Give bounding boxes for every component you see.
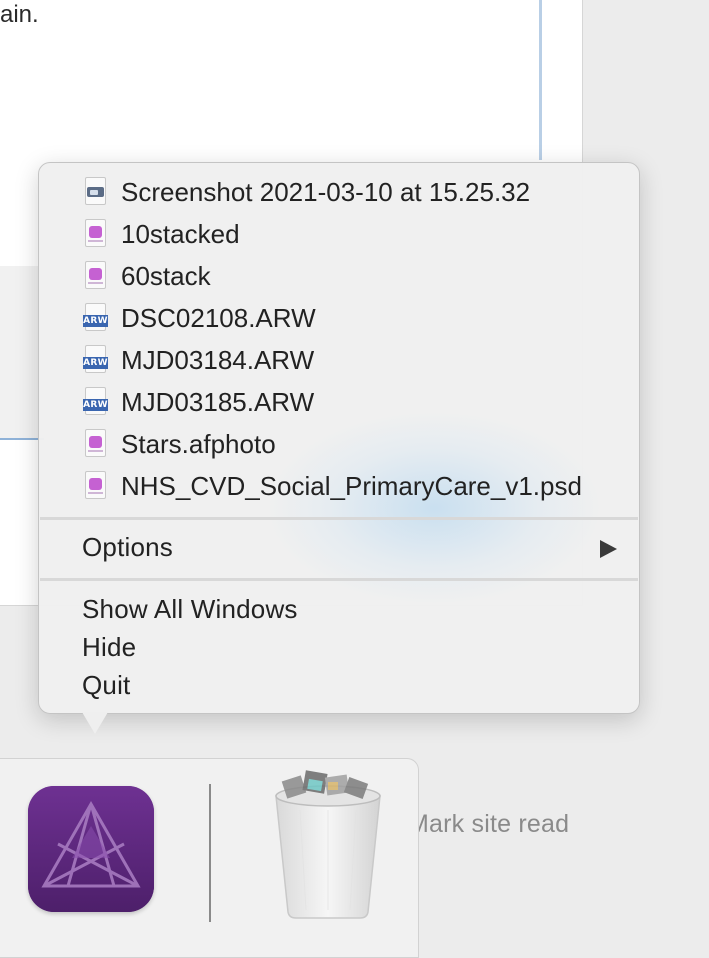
recent-file-label: 60stack — [121, 260, 211, 291]
afphoto-label-strip — [88, 492, 103, 494]
background-content-panel: ain. — [0, 0, 542, 160]
recent-file-item[interactable]: 10stacked — [83, 214, 240, 254]
recent-file-label: Screenshot 2021-03-10 at 15.25.32 — [121, 176, 531, 207]
afphoto-label-strip — [88, 450, 103, 452]
menu-separator — [40, 517, 638, 520]
recent-file-item[interactable]: NHS_CVD_Social_PrimaryCare_v1.psd — [83, 466, 582, 506]
arw-badge: ARW — [83, 357, 108, 369]
recent-file-label: DSC02108.ARW — [121, 302, 316, 333]
arw-badge: ARW — [83, 399, 108, 411]
afphoto-badge — [89, 436, 102, 448]
trash-icon[interactable] — [270, 770, 386, 920]
recent-file-item[interactable]: Screenshot 2021-03-10 at 15.25.32 — [83, 172, 530, 212]
recent-file-label: 10stacked — [121, 218, 240, 249]
afphoto-badge — [89, 478, 102, 490]
afphoto-file-icon — [83, 261, 108, 291]
menu-separator — [40, 578, 638, 581]
menu-pointer-arrow — [82, 712, 108, 734]
recent-file-item[interactable]: ARW MJD03185.ARW — [83, 382, 314, 422]
trash-can-graphic — [275, 770, 381, 919]
recent-file-item[interactable]: Stars.afphoto — [83, 424, 276, 464]
recent-file-label: Stars.afphoto — [121, 428, 276, 459]
mark-site-read-link[interactable]: Mark site read — [408, 810, 569, 839]
menu-highlight-glow — [269, 413, 599, 603]
afphoto-file-icon — [83, 471, 108, 501]
affinity-photo-icon[interactable] — [28, 786, 154, 912]
quit-menu-item[interactable]: Quit — [82, 670, 130, 701]
screenshot-file-icon — [83, 177, 108, 207]
hide-menu-item[interactable]: Hide — [82, 632, 136, 663]
recent-file-item[interactable]: 60stack — [83, 256, 211, 296]
recent-file-label: MJD03184.ARW — [121, 344, 315, 375]
background-text: ain. — [0, 0, 540, 38]
arw-file-icon: ARW — [83, 303, 108, 333]
arw-file-icon: ARW — [83, 387, 108, 417]
background-text-fragment: ain. — [0, 1, 39, 28]
recent-file-label: MJD03185.ARW — [121, 386, 315, 417]
dock-divider — [209, 784, 211, 922]
afphoto-badge — [89, 268, 102, 280]
afphoto-label-strip — [88, 240, 103, 242]
afphoto-file-icon — [83, 219, 108, 249]
submenu-arrow-icon — [600, 540, 617, 558]
afphoto-label-strip — [88, 282, 103, 284]
options-menu-item[interactable]: Options — [82, 532, 173, 563]
arw-badge: ARW — [83, 315, 108, 327]
recent-file-item[interactable]: ARW MJD03184.ARW — [83, 340, 314, 380]
recent-file-label: NHS_CVD_Social_PrimaryCare_v1.psd — [121, 470, 582, 501]
affinity-photo-logo — [28, 786, 154, 912]
dock-context-menu: Screenshot 2021-03-10 at 15.25.32 10stac… — [38, 162, 640, 714]
afphoto-file-icon — [83, 429, 108, 459]
screenshot-badge-inner — [90, 190, 98, 195]
recent-file-item[interactable]: ARW DSC02108.ARW — [83, 298, 316, 338]
arw-file-icon: ARW — [83, 345, 108, 375]
afphoto-badge — [89, 226, 102, 238]
show-all-windows-menu-item[interactable]: Show All Windows — [82, 594, 298, 625]
